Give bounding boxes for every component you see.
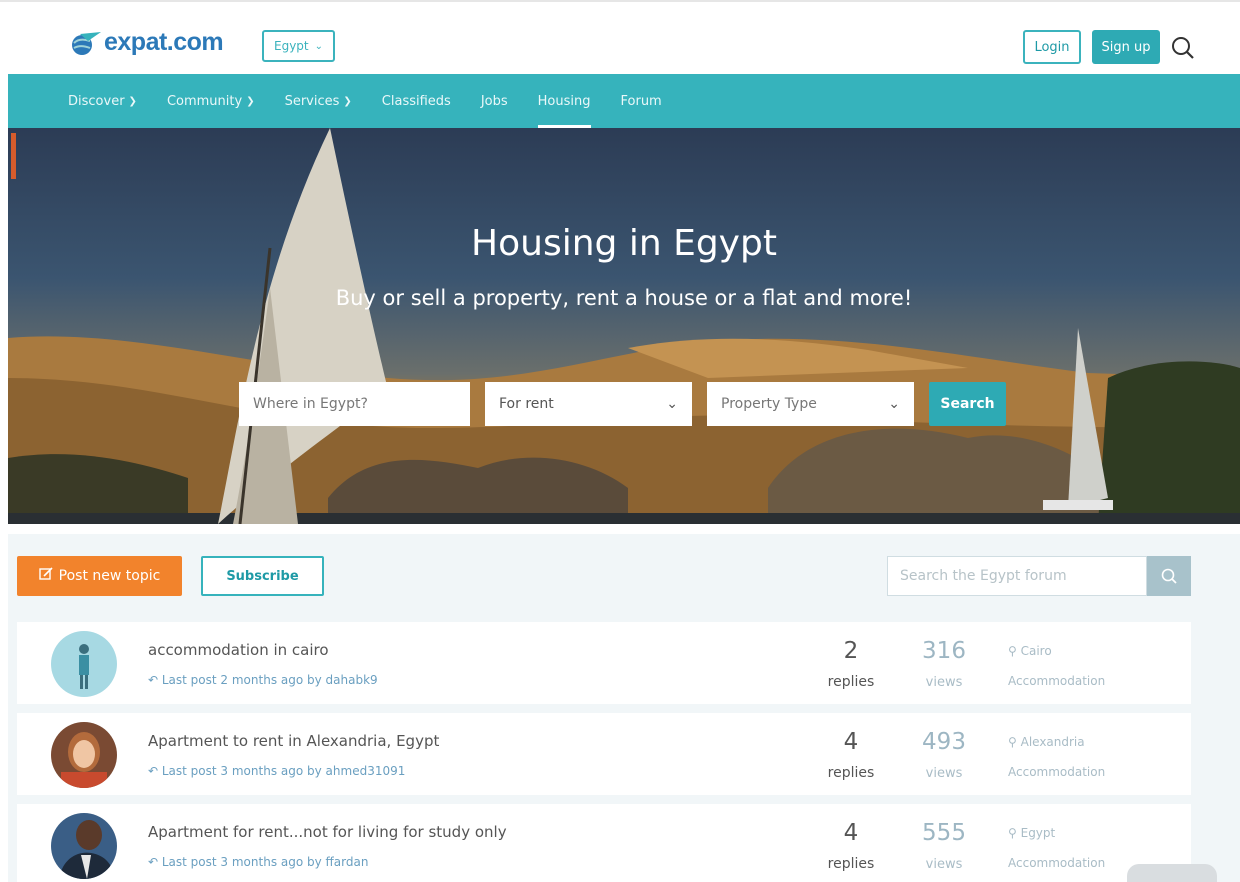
avatar[interactable] [51,813,117,879]
offer-type-value: For rent [499,396,554,412]
nav-label: Community [166,93,243,109]
topic-last-post[interactable]: ↶ Last post 3 months ago by ffardan [148,855,368,869]
topic-category[interactable]: Accommodation [1008,765,1105,779]
hero-subtitle: Buy or sell a property, rent a house or … [335,286,913,310]
map-pin-icon: ⚲ [1008,826,1021,840]
topic-last-post[interactable]: ↶ Last post 2 months ago by dahabk9 [148,673,378,687]
property-type-select[interactable]: Property Type ⌄ [707,382,914,426]
nav-label: Housing [537,93,591,109]
views-count: 316 [922,638,966,664]
chevron-down-icon: ❯ [128,95,137,107]
avatar[interactable] [51,722,117,788]
post-new-topic-label: Post new topic [58,568,161,584]
housing-search-button[interactable]: Search [929,382,1006,426]
replies-count: 4 [843,820,859,846]
views-label: views [925,675,963,690]
chevron-down-icon: ⌄ [314,40,324,52]
login-button[interactable]: Login [1023,30,1081,64]
main-nav: Discover ❯ Community ❯ Services ❯ Classifie… [8,74,1240,128]
nav-item-services[interactable]: Services ❯ [285,74,352,128]
nile-landscape-image [8,128,1240,524]
search-icon[interactable] [1170,35,1196,61]
location-input[interactable]: Where in Egypt? [239,382,470,426]
topic-category[interactable]: Accommodation [1008,856,1105,870]
housing-search-form: Where in Egypt? For rent ⌄ Property Type… [239,382,1006,426]
map-pin-icon: ⚲ [1008,644,1021,658]
replies-label: replies [827,765,875,781]
last-post-text: Last post 3 months ago by ffardan [161,855,369,869]
chevron-down-icon: ⌄ [888,396,900,412]
location-text: Alexandria [1020,735,1085,749]
nav-item-forum[interactable]: Forum [621,74,662,128]
property-type-value: Property Type [721,396,817,412]
site-header: expat.com Egypt ⌄ Login Sign up [0,0,1240,74]
map-pin-icon: ⚲ [1008,735,1021,749]
nav-item-housing[interactable]: Housing [537,74,591,128]
nav-label: Discover [68,93,125,109]
nav-label: Services [284,93,340,109]
location-text: Cairo [1020,644,1052,658]
location-text: Egypt [1020,826,1056,840]
forum-search-button[interactable] [1147,556,1191,596]
topic-row[interactable]: accommodation in cairo ↶ Last post 2 mon… [17,622,1191,704]
topic-title[interactable]: Apartment for rent...not for living for … [148,823,507,841]
scroll-to-top-button[interactable] [1127,864,1217,882]
views-count: 493 [922,729,966,755]
nav-item-classifieds[interactable]: Classifieds [382,74,451,128]
search-icon [1161,568,1177,584]
views-label: views [925,766,963,781]
edit-icon [38,567,53,585]
topic-row[interactable]: Apartment for rent...not for living for … [17,804,1191,882]
reply-icon: ↶ [148,855,162,869]
forum-section: Post new topic Subscribe Search the Egyp… [8,534,1240,882]
chevron-down-icon: ⌄ [666,396,678,412]
last-post-text: Last post 3 months ago by ahmed31091 [161,764,406,778]
reply-icon: ↶ [148,673,162,687]
views-count: 555 [922,820,966,846]
signup-button[interactable]: Sign up [1092,30,1160,64]
topic-title[interactable]: accommodation in cairo [148,641,329,659]
topic-title[interactable]: Apartment to rent in Alexandria, Egypt [148,732,439,750]
hero-banner: Housing in Egypt Buy or sell a property,… [8,128,1240,524]
last-post-text: Last post 2 months ago by dahabk9 [161,673,378,687]
topic-location[interactable]: ⚲ Cairo [1008,644,1052,658]
offer-type-select[interactable]: For rent ⌄ [485,382,692,426]
country-label: Egypt [274,39,309,53]
topic-category[interactable]: Accommodation [1008,674,1105,688]
avatar[interactable] [51,631,117,697]
nav-item-community[interactable]: Community ❯ [167,74,255,128]
topic-row[interactable]: Apartment to rent in Alexandria, Egypt ↶… [17,713,1191,795]
hero-title: Housing in Egypt [471,223,777,264]
replies-count: 2 [843,638,859,664]
reply-icon: ↶ [148,764,162,778]
replies-label: replies [827,856,875,872]
nav-item-discover[interactable]: Discover ❯ [68,74,137,128]
post-new-topic-button[interactable]: Post new topic [17,556,182,596]
expat-logo[interactable]: expat.com [68,28,224,57]
globe-plane-icon [68,31,102,55]
nav-label: Forum [620,93,662,109]
topic-location[interactable]: ⚲ Alexandria [1008,735,1085,749]
forum-search-input[interactable]: Search the Egypt forum [887,556,1147,596]
chevron-down-icon: ❯ [343,95,352,107]
views-label: views [925,857,963,872]
nav-label: Classifieds [381,93,451,109]
country-selector[interactable]: Egypt ⌄ [262,30,336,62]
nav-label: Jobs [480,93,508,109]
subscribe-button[interactable]: Subscribe [201,556,324,596]
replies-count: 4 [843,729,859,755]
nav-item-jobs[interactable]: Jobs [481,74,508,128]
logo-text: expat.com [104,28,224,56]
chevron-down-icon: ❯ [246,95,255,107]
scroll-indicator [11,133,16,179]
topic-last-post[interactable]: ↶ Last post 3 months ago by ahmed31091 [148,764,405,778]
topic-location[interactable]: ⚲ Egypt [1008,826,1055,840]
replies-label: replies [827,674,875,690]
